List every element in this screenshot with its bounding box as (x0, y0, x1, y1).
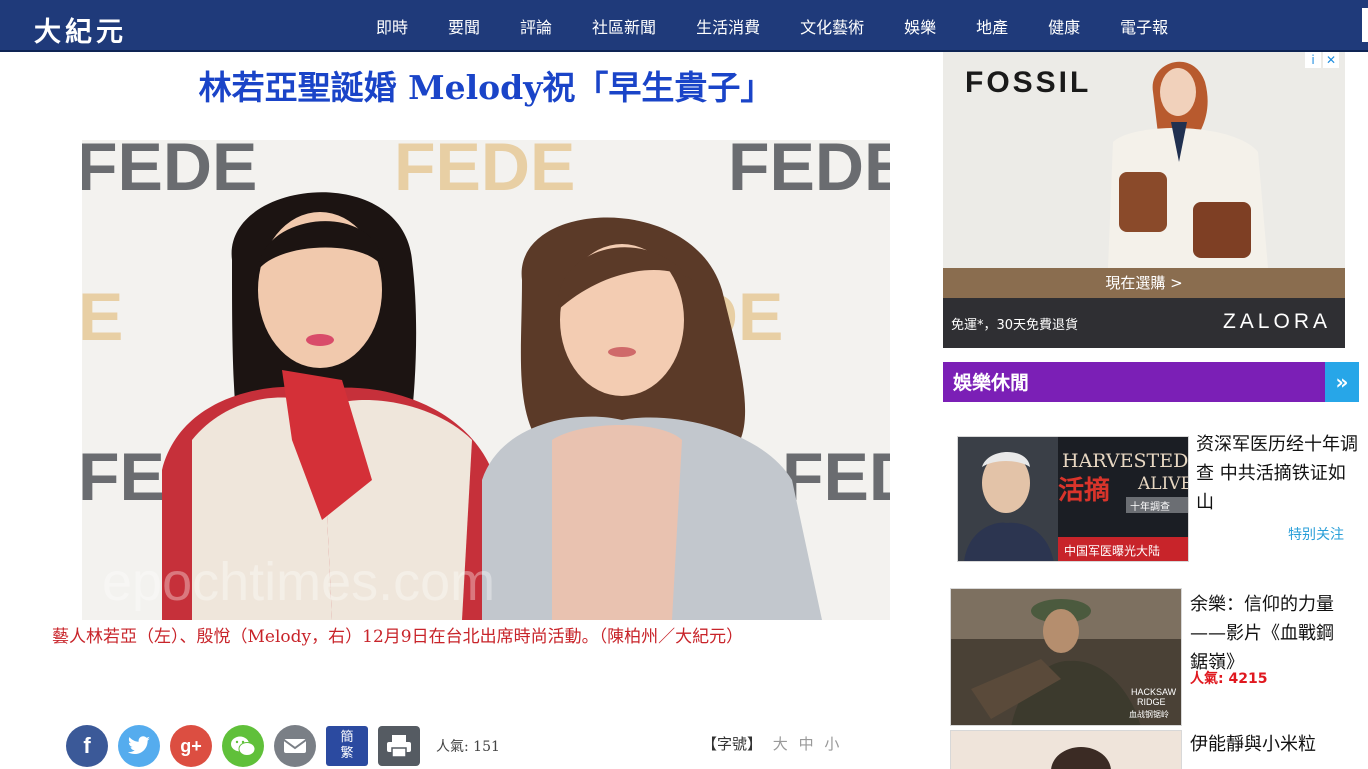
nav-item-opinion[interactable]: 評論 (500, 14, 572, 38)
ad-shop-now-button[interactable]: 現在選購 > (943, 268, 1345, 298)
section-title: 娛樂休閒 (953, 372, 1030, 394)
nav-item-newsletter[interactable]: 電子報 (1100, 14, 1172, 38)
thumb-headline: HARVESTED (1062, 450, 1188, 472)
simplified-label: 簡 (340, 730, 354, 745)
thumb-film-title-2: RIDGE (1137, 697, 1166, 707)
photo-watermark: epochtimes.com (102, 552, 495, 612)
thumb-headline-2: ALIVE (1137, 474, 1189, 494)
ad-close-icon[interactable]: ✕ (1323, 52, 1339, 68)
nav-item-community[interactable]: 社區新聞 (572, 14, 676, 38)
ad-info-icon[interactable]: i (1305, 52, 1321, 68)
harvested-thumb-image: HARVESTED 活摘 ALIVE 十年調查 中国军医曝光大陆 (958, 437, 1189, 561)
news-thumb-third[interactable] (950, 730, 1182, 769)
thumb-film-title-cn: 血战钢锯岭 (1129, 709, 1169, 719)
traditional-label: 繁 (340, 746, 354, 761)
photo-caption: 藝人林若亞（左）、殷悅（Melody，右）12月9日在台北出席時尚活動。（陳柏州… (52, 627, 744, 647)
section-more-button[interactable]: » (1325, 362, 1359, 402)
facebook-share-button[interactable]: f (66, 725, 108, 767)
thumb-tag: 十年調查 (1130, 500, 1170, 513)
thumb-banner: 中国军医曝光大陆 (1064, 543, 1160, 558)
top-nav-bar: 大紀元 即時 要聞 評論 社區新聞 生活消費 文化藝術 娛樂 地產 健康 電子報 (0, 0, 1368, 52)
main-nav: 即時 要聞 評論 社區新聞 生活消費 文化藝術 娛樂 地產 健康 電子報 (356, 0, 1172, 52)
site-logo[interactable]: 大紀元 (34, 10, 127, 49)
share-bar: f g+ 簡 繁 人氣: 151 (66, 724, 500, 768)
ad-partner-logo: ZALORA (1222, 310, 1331, 333)
thumb-film-title: HACKSAW (1131, 687, 1177, 697)
email-share-button[interactable] (274, 725, 316, 767)
backdrop-text: FEDE (82, 279, 123, 355)
news-title-hacksaw[interactable]: 余樂：信仰的力量——影片《血戰鋼鋸嶺》 (1190, 590, 1340, 677)
news-title-harvested[interactable]: 资深军医历经十年调查 中共活摘铁证如山 (1196, 430, 1358, 517)
nav-item-lifestyle[interactable]: 生活消費 (676, 14, 780, 38)
thumb-headline-cn: 活摘 (1058, 475, 1110, 506)
entertainment-section-header[interactable]: 娛樂休閒 » (943, 362, 1359, 402)
font-size-small[interactable]: 小 (824, 735, 839, 753)
popularity-count: 人氣: 151 (436, 739, 500, 755)
traditional-simplified-toggle[interactable]: 簡 繁 (326, 726, 368, 766)
envelope-icon (283, 739, 307, 753)
print-button[interactable] (378, 726, 420, 766)
wechat-share-button[interactable] (222, 725, 264, 767)
backdrop-text: FEDE (394, 140, 575, 205)
ad-footer: 免運*，30天免費退貨 ZALORA (943, 298, 1345, 348)
news-thumb-hacksaw[interactable]: HACKSAW RIDGE 血战钢锯岭 (950, 588, 1182, 726)
font-size-medium[interactable]: 中 (799, 735, 814, 753)
font-size-control: 【字號】 大 中 小 (702, 733, 839, 754)
news-tag-special[interactable]: 特别关注 (1288, 524, 1344, 544)
twitter-icon (127, 736, 150, 754)
printer-icon (387, 735, 411, 758)
hacksaw-thumb-image: HACKSAW RIDGE 血战钢锯岭 (951, 589, 1181, 725)
nav-item-entertainment[interactable]: 娛樂 (884, 14, 956, 38)
photo-illustration: FEDE FEDE FEDE FEDE FEDE FEDE FEDE FEDE (82, 140, 890, 620)
nav-item-real-estate[interactable]: 地產 (956, 14, 1028, 38)
font-size-label: 【字號】 (702, 735, 763, 753)
facebook-icon: f (83, 733, 91, 758)
backdrop-text: FEDE (728, 140, 890, 205)
ad-model-image (1108, 61, 1268, 268)
nav-item-health[interactable]: 健康 (1028, 14, 1100, 38)
font-size-large[interactable]: 大 (773, 735, 788, 753)
nav-item-culture[interactable]: 文化藝術 (780, 14, 884, 38)
nav-item-headlines[interactable]: 要聞 (428, 14, 500, 38)
scrollbar-edge (1362, 8, 1368, 42)
backdrop-text: FEDE (782, 439, 890, 515)
google-plus-share-button[interactable]: g+ (170, 725, 212, 767)
news-title-third[interactable]: 伊能靜與小米粒 (1190, 730, 1340, 759)
third-thumb-image (951, 731, 1181, 769)
adchoices-badge[interactable]: i ✕ (1303, 52, 1339, 68)
google-plus-icon: g+ (180, 735, 202, 756)
twitter-share-button[interactable] (118, 725, 160, 767)
wechat-icon (231, 736, 256, 756)
sidebar-advertisement[interactable]: FOSSIL i ✕ 現在選購 > 免運*，30天免費退貨 ZALORA (943, 52, 1345, 348)
backdrop-text: FEDE (82, 140, 257, 205)
news-popularity: 人氣: 4215 (1190, 671, 1268, 687)
article-photo: FEDE FEDE FEDE FEDE FEDE FEDE FEDE FEDE (82, 140, 890, 620)
ad-shipping-note: 免運*，30天免費退貨 (951, 318, 1079, 333)
news-thumb-harvested[interactable]: HARVESTED 活摘 ALIVE 十年調查 中国军医曝光大陆 (957, 436, 1189, 562)
nav-item-instant[interactable]: 即時 (356, 14, 428, 38)
article-title: 林若亞聖誕婚 Melody祝「早生貴子」 (198, 68, 774, 107)
